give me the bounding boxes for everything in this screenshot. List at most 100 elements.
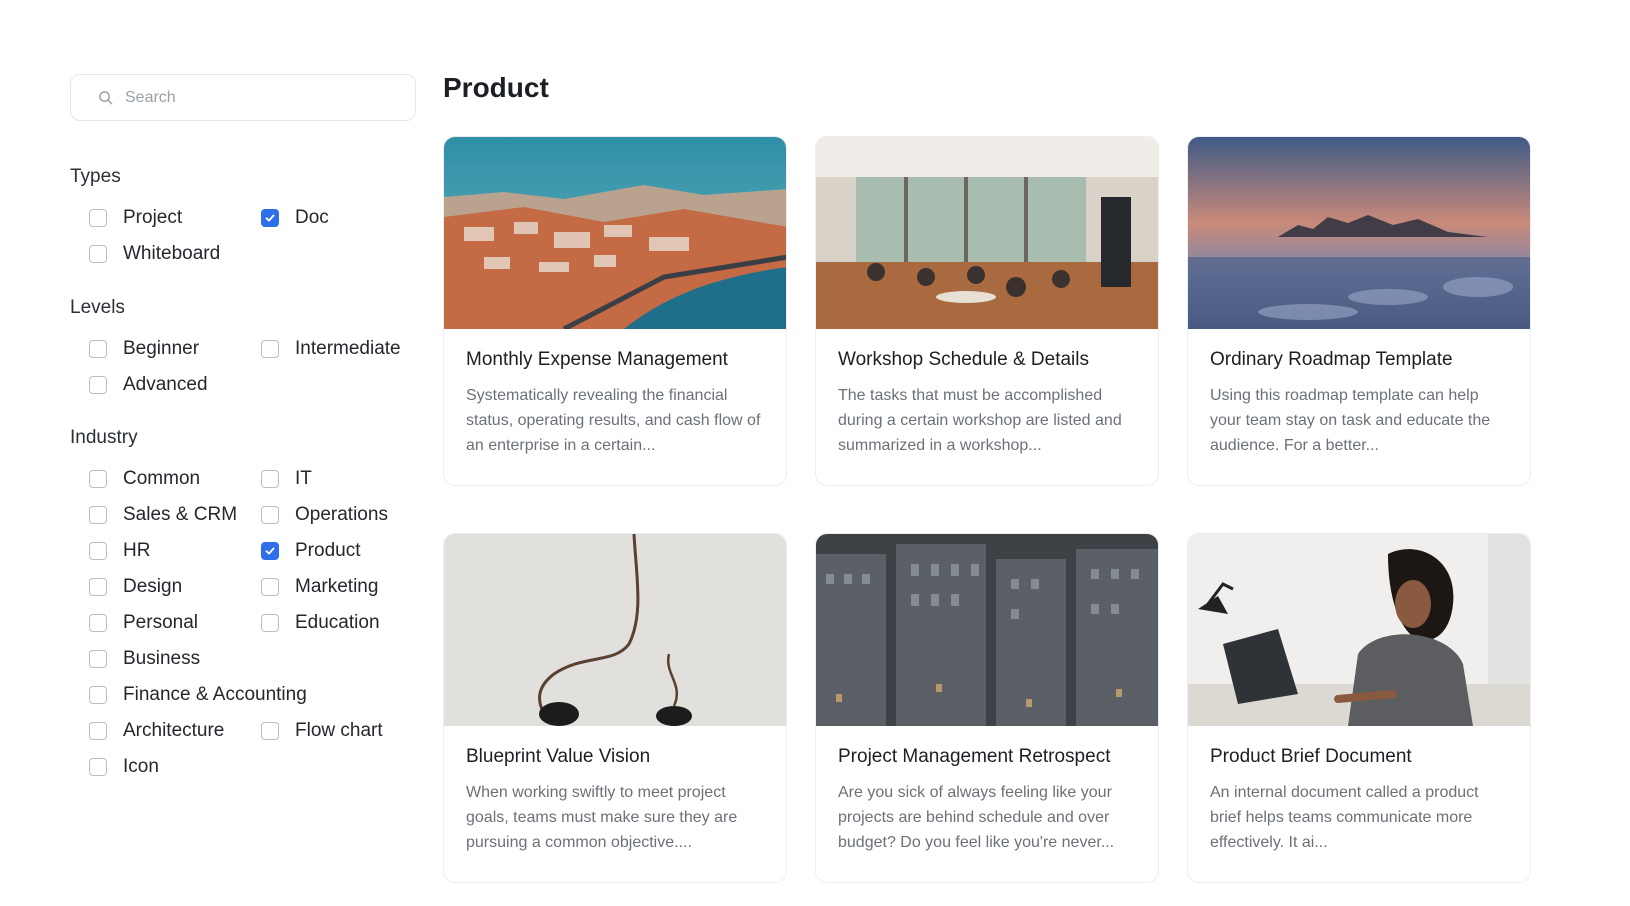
checkbox[interactable] <box>261 578 279 596</box>
search-box[interactable] <box>70 74 416 121</box>
checkbox[interactable] <box>261 340 279 358</box>
template-card[interactable]: Product Brief Document An internal docum… <box>1187 533 1531 883</box>
industry-heading: Industry <box>70 427 138 448</box>
card-description: Are you sick of always feeling like your… <box>838 784 1115 851</box>
filter-option[interactable]: Business <box>70 641 414 677</box>
checkbox[interactable] <box>89 722 107 740</box>
filter-option-label: Beginner <box>123 338 200 359</box>
checkbox[interactable] <box>261 209 279 227</box>
filter-option[interactable]: Beginner <box>70 331 242 367</box>
filter-option[interactable]: Design <box>70 569 242 605</box>
card-title: Workshop Schedule & Details <box>838 349 1089 370</box>
filter-option-label: Icon <box>123 756 159 777</box>
filter-option-label: Education <box>295 612 380 633</box>
types-filter-group: Types Project Doc Whiteboard <box>70 166 414 272</box>
filter-option-label: Flow chart <box>295 720 383 741</box>
checkbox[interactable] <box>89 578 107 596</box>
checkbox[interactable] <box>261 542 279 560</box>
filter-option[interactable]: IT <box>242 461 414 497</box>
types-heading: Types <box>70 166 121 187</box>
filter-option[interactable]: Sales & CRM <box>70 497 242 533</box>
filter-option[interactable]: Marketing <box>242 569 414 605</box>
checkbox[interactable] <box>89 686 107 704</box>
filter-option[interactable]: Education <box>242 605 414 641</box>
checkbox[interactable] <box>89 758 107 776</box>
checkbox[interactable] <box>89 376 107 394</box>
filter-option-label: Design <box>123 576 183 597</box>
filter-option-label: Business <box>123 648 201 669</box>
filter-option[interactable]: Personal <box>70 605 242 641</box>
filter-option[interactable]: Flow chart <box>242 713 414 749</box>
filter-option-label: Intermediate <box>295 338 401 359</box>
filter-option-label: Operations <box>295 504 388 525</box>
card-image-misty-sunset <box>1188 137 1530 329</box>
industry-options: Common IT Sales & CRM Operations HR Prod… <box>70 461 414 785</box>
template-card[interactable]: Blueprint Value Vision When working swif… <box>443 533 787 883</box>
card-image-workshop-room <box>816 137 1158 329</box>
card-title: Ordinary Roadmap Template <box>1210 349 1453 370</box>
filter-option-label: Product <box>295 540 361 561</box>
card-description: The tasks that must be accomplished duri… <box>838 387 1122 454</box>
checkbox[interactable] <box>89 506 107 524</box>
filter-option[interactable]: Finance & Accounting <box>70 677 414 713</box>
filter-option[interactable]: Doc <box>242 200 414 236</box>
checkbox[interactable] <box>89 470 107 488</box>
filter-option[interactable]: Whiteboard <box>70 236 242 272</box>
card-image-woman-at-laptop <box>1188 534 1530 726</box>
checkmark-icon <box>265 214 275 222</box>
checkbox[interactable] <box>89 650 107 668</box>
checkbox[interactable] <box>261 614 279 632</box>
filter-option-label: Common <box>123 468 201 489</box>
filter-option-label: HR <box>123 540 151 561</box>
filter-option-label: Architecture <box>123 720 225 741</box>
card-title: Monthly Expense Management <box>466 349 728 370</box>
template-card[interactable]: Ordinary Roadmap Template Using this roa… <box>1187 136 1531 486</box>
levels-heading: Levels <box>70 297 125 318</box>
card-title: Product Brief Document <box>1210 746 1412 767</box>
industry-filter-group: Industry Common IT Sales & CRM Operation… <box>70 427 414 785</box>
template-card[interactable]: Monthly Expense Management Systematicall… <box>443 136 787 486</box>
filter-option[interactable]: Architecture <box>70 713 242 749</box>
levels-options: Beginner Intermediate Advanced <box>70 331 414 403</box>
card-title: Blueprint Value Vision <box>466 746 651 767</box>
checkbox[interactable] <box>89 614 107 632</box>
checkbox[interactable] <box>261 506 279 524</box>
filter-option[interactable]: Operations <box>242 497 414 533</box>
page-title: Product <box>443 72 549 103</box>
search-icon <box>99 91 113 105</box>
checkbox[interactable] <box>89 542 107 560</box>
filter-option-label: Advanced <box>123 374 208 395</box>
filter-option[interactable]: Intermediate <box>242 331 414 367</box>
card-description: When working swiftly to meet project goa… <box>466 784 738 851</box>
filter-option-label: Whiteboard <box>123 243 221 264</box>
filter-option-label: Finance & Accounting <box>123 684 307 705</box>
filter-option-label: Doc <box>295 207 329 228</box>
filter-option[interactable]: Icon <box>70 749 242 785</box>
filter-option[interactable]: HR <box>70 533 242 569</box>
template-card[interactable]: Workshop Schedule & Details The tasks th… <box>815 136 1159 486</box>
types-options: Project Doc Whiteboard <box>70 200 414 272</box>
filter-option[interactable]: Advanced <box>70 367 242 403</box>
filter-option-label: Sales & CRM <box>123 504 238 525</box>
checkbox[interactable] <box>89 209 107 227</box>
filter-option[interactable]: Common <box>70 461 242 497</box>
filter-option[interactable]: Product <box>242 533 414 569</box>
card-image-city-buildings <box>816 534 1158 726</box>
checkbox[interactable] <box>261 722 279 740</box>
filter-option-label: Marketing <box>295 576 379 597</box>
checkbox[interactable] <box>261 470 279 488</box>
filter-sidebar: Types Project Doc Whiteboard Levels Begi… <box>70 74 416 777</box>
checkbox[interactable] <box>89 340 107 358</box>
template-card[interactable]: Project Management Retrospect Are you si… <box>815 533 1159 883</box>
card-description: Using this roadmap template can help you… <box>1210 387 1491 454</box>
search-input[interactable] <box>125 88 405 107</box>
checkbox[interactable] <box>89 245 107 263</box>
filter-option[interactable]: Project <box>70 200 242 236</box>
filter-option-label: Personal <box>123 612 198 633</box>
card-image-earphones <box>444 534 786 726</box>
card-description: Systematically revealing the financial s… <box>466 387 761 454</box>
card-title: Project Management Retrospect <box>838 746 1111 767</box>
card-description: An internal document called a product br… <box>1210 784 1479 851</box>
filter-option-label: IT <box>295 468 312 489</box>
card-image-coastal-city <box>444 137 786 329</box>
